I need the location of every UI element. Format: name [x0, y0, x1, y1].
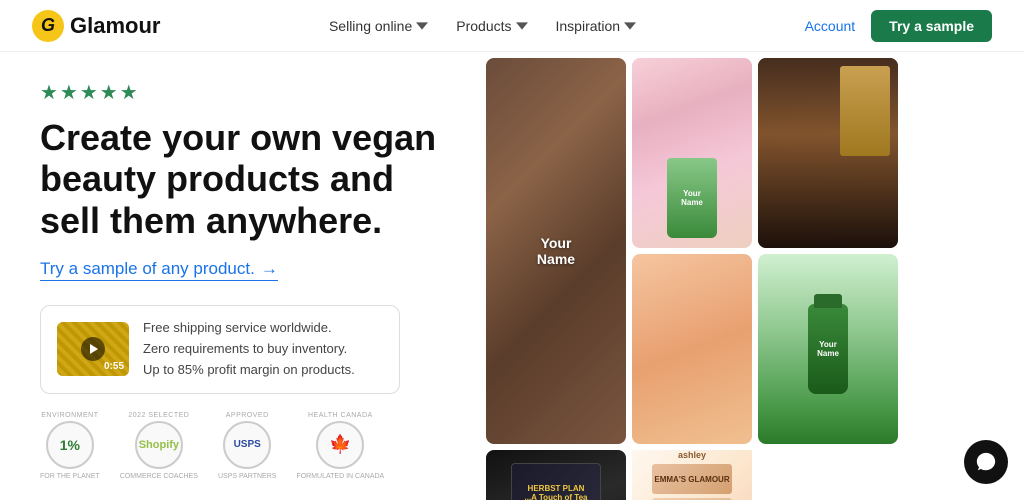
- chevron-down-icon: [624, 20, 636, 32]
- image-branded-boxes: ashley EMMA'S GLAMOUR Lauren ALICE'S: [632, 450, 752, 500]
- chat-icon: [975, 451, 997, 473]
- chevron-down-icon: [416, 20, 428, 32]
- logo-text: Glamour: [70, 13, 160, 39]
- image-green-bottle: YourName: [758, 254, 898, 444]
- hero-cta-link[interactable]: Try a sample of any product. →: [40, 259, 278, 281]
- product-label-overlay: YourName: [537, 235, 575, 267]
- badge-shopify: 2022 SELECTED Shopify COMMERCE COACHES: [120, 412, 198, 480]
- badge-icon-usps: USPS: [223, 421, 271, 469]
- account-link[interactable]: Account: [805, 18, 856, 34]
- product-image-grid: YourName YourName YourName: [480, 52, 1024, 500]
- badge-icon-canada: 🍁: [316, 421, 364, 469]
- image-mystery-box: HERBST PLAN...A Touch of Tea: [486, 450, 626, 500]
- logo-icon: G: [32, 10, 64, 42]
- nav-selling-online[interactable]: Selling online: [329, 18, 428, 34]
- hero-content: ★★★★★ Create your own vegan beauty produ…: [0, 52, 480, 500]
- hero-headline: Create your own vegan beauty products an…: [40, 117, 440, 241]
- trust-badges: ENVIRONMENT 1% FOR THE PLANET 2022 SELEC…: [40, 394, 440, 480]
- header-right: Account Try a sample: [805, 10, 992, 42]
- badge-health-canada: HEALTH CANADA 🍁 FORMULATED IN CANADA: [296, 412, 384, 480]
- video-description: Free shipping service worldwide. Zero re…: [143, 318, 355, 380]
- chat-support-button[interactable]: [964, 440, 1008, 484]
- badge-usps: APPROVED USPS USPS PARTNERS: [218, 412, 276, 480]
- main-nav: Selling online Products Inspiration: [329, 18, 636, 34]
- logo[interactable]: G Glamour: [32, 10, 160, 42]
- image-cherry-blossom: YourName: [632, 58, 752, 248]
- image-product-label: YourName: [486, 58, 626, 444]
- header: G Glamour Selling online Products Inspir…: [0, 0, 1024, 52]
- badge-icon-shopify: Shopify: [135, 421, 183, 469]
- image-portrait-man: [758, 58, 898, 248]
- main-content: ★★★★★ Create your own vegan beauty produ…: [0, 52, 1024, 500]
- nav-inspiration[interactable]: Inspiration: [556, 18, 637, 34]
- video-promo-box[interactable]: 0:55 Free shipping service worldwide. Ze…: [40, 305, 400, 393]
- try-sample-button[interactable]: Try a sample: [871, 10, 992, 42]
- nav-products[interactable]: Products: [456, 18, 527, 34]
- chevron-down-icon: [516, 20, 528, 32]
- badge-environment: ENVIRONMENT 1% FOR THE PLANET: [40, 412, 100, 480]
- badge-icon-environment: 1%: [46, 421, 94, 469]
- video-thumbnail[interactable]: 0:55: [57, 322, 129, 376]
- image-face-skincare: [632, 254, 752, 444]
- video-duration: 0:55: [104, 361, 124, 372]
- star-rating: ★★★★★: [40, 80, 440, 105]
